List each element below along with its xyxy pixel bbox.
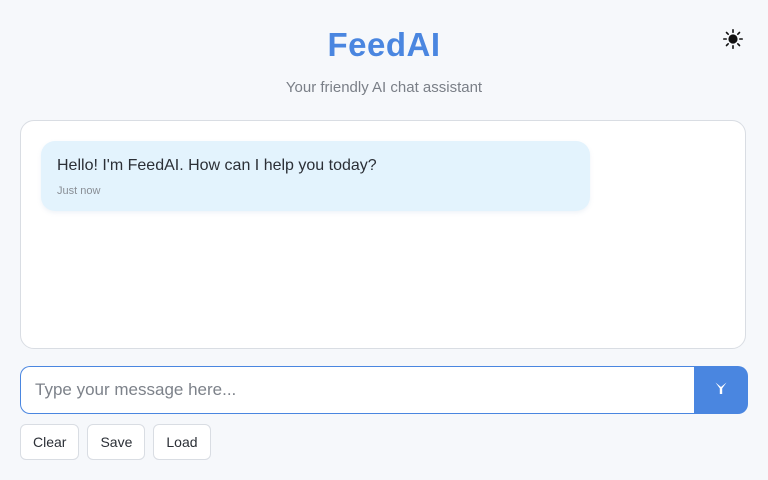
app-title: FeedAI: [327, 26, 441, 63]
save-button[interactable]: Save: [87, 424, 146, 460]
message-text: Hello! I'm FeedAI. How can I help you to…: [57, 157, 377, 174]
composer: [20, 366, 748, 414]
action-buttons: Clear Save Load: [20, 424, 211, 460]
send-button[interactable]: [694, 366, 748, 414]
chat-messages-panel[interactable]: Hello! I'm FeedAI. How can I help you to…: [20, 120, 746, 349]
clear-button[interactable]: Clear: [20, 424, 80, 460]
load-button[interactable]: Load: [153, 424, 211, 460]
message-timestamp: Just now: [57, 185, 101, 197]
message-input[interactable]: [20, 366, 696, 414]
theme-toggle-button[interactable]: [720, 28, 746, 54]
app-subtitle: Your friendly AI chat assistant: [285, 79, 483, 96]
chat-app: FeedAI Your friendly AI chat assistant H…: [0, 0, 768, 480]
assistant-message: Hello! I'm FeedAI. How can I help you to…: [41, 141, 590, 211]
sun-icon: [723, 28, 744, 54]
send-icon: [714, 381, 728, 400]
